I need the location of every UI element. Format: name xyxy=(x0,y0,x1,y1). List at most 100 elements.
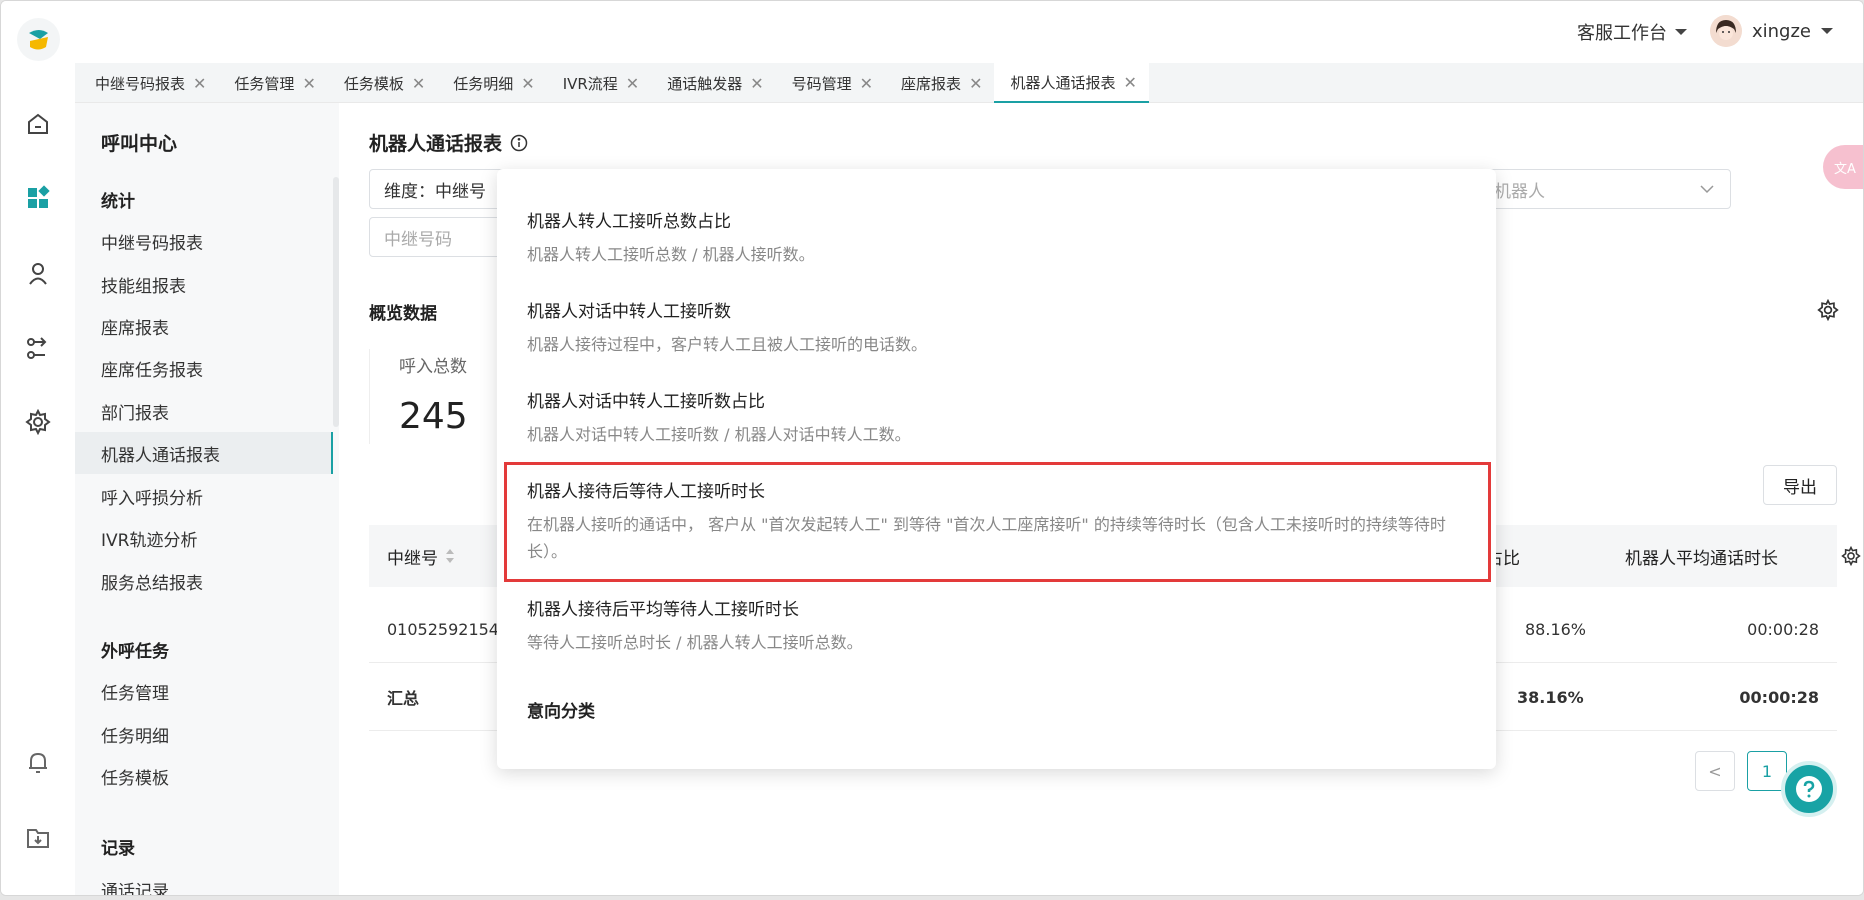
sidebar-item-ivr-trace-analysis[interactable]: IVR轨迹分析 xyxy=(75,517,333,559)
gear-icon xyxy=(1841,546,1861,566)
help-button[interactable] xyxy=(1781,761,1837,817)
popover-item-desc: 机器人接待过程中，客户转人工且被人工接听的电话数。 xyxy=(527,335,928,354)
sidebar-item-agent-report[interactable]: 座席报表 xyxy=(75,305,333,347)
tab-task-template[interactable]: 任务模板 ✕ xyxy=(328,63,437,103)
dashboard-icon[interactable] xyxy=(23,183,53,213)
tab-label: 号码管理 xyxy=(791,74,852,93)
popover-section-title: 意向分类 xyxy=(527,702,595,722)
cell-avg-duration: 00:00:28 xyxy=(1747,619,1819,639)
popover-item: 机器人对话中转人工接听数 机器人接待过程中，客户转人工且被人工接听的电话数。 xyxy=(527,297,1466,358)
tab-ivr-flow[interactable]: IVR流程 ✕ xyxy=(547,63,652,103)
sidebar-item-task-template[interactable]: 任务模板 xyxy=(75,755,333,797)
tab-robot-call-report[interactable]: 机器人通话报表 ✕ xyxy=(994,63,1149,103)
username: xingze xyxy=(1751,20,1811,42)
menu-section-records: 记录 xyxy=(101,839,135,859)
popover-item-desc: 等待人工接听总时长 / 机器人转人工接听总数。 xyxy=(527,633,863,652)
metric-help-popover: 机器人转人工接听总数占比 机器人转人工接听总数 / 机器人接听数。 机器人对话中… xyxy=(497,169,1496,769)
workspace-label: 客服工作台 xyxy=(1577,23,1667,44)
cell-summary-label: 汇总 xyxy=(387,689,420,708)
close-icon[interactable]: ✕ xyxy=(412,74,425,93)
sidebar-item-trunk-report[interactable]: 中继号码报表 xyxy=(75,220,333,262)
translate-button[interactable]: 文A xyxy=(1823,145,1863,189)
sidebar-item-department-report[interactable]: 部门报表 xyxy=(75,390,333,432)
user-menu[interactable]: xingze xyxy=(1709,15,1833,47)
tab-number-management[interactable]: 号码管理 ✕ xyxy=(776,63,885,103)
close-icon[interactable]: ✕ xyxy=(193,74,206,93)
tab-task-detail[interactable]: 任务明细 ✕ xyxy=(437,63,546,103)
cell-ratio: 88.16% xyxy=(1525,619,1587,639)
column-header-avg-duration: 机器人平均通话时长 xyxy=(1625,548,1778,569)
flow-icon[interactable] xyxy=(23,333,53,363)
tab-agent-report[interactable]: 座席报表 ✕ xyxy=(885,63,994,103)
page-title: 机器人通话报表 xyxy=(369,129,528,156)
sidebar-item-task-management[interactable]: 任务管理 xyxy=(75,670,333,712)
cell-trunk: 01052592154 xyxy=(387,619,499,639)
tab-label: 座席报表 xyxy=(901,74,962,93)
column-header-trunk[interactable]: 中继号 xyxy=(387,525,456,587)
close-icon[interactable]: ✕ xyxy=(1123,73,1136,92)
page-title-text: 机器人通话报表 xyxy=(369,133,503,155)
menu-section-outbound: 外呼任务 xyxy=(101,642,169,662)
tab-label: 中继号码报表 xyxy=(95,74,186,93)
stat-value: 245 xyxy=(399,396,468,437)
icon-rail xyxy=(1,1,75,895)
chevron-down-icon xyxy=(1821,28,1833,34)
top-header: 客服工作台 xingze xyxy=(75,1,1863,63)
settings-icon[interactable] xyxy=(23,407,53,437)
sidebar-item-call-records[interactable]: 通话记录 xyxy=(75,868,333,896)
close-icon[interactable]: ✕ xyxy=(521,74,534,93)
sidebar-item-inbound-loss-analysis[interactable]: 呼入呼损分析 xyxy=(75,475,333,517)
tab-label: 机器人通话报表 xyxy=(1010,73,1116,92)
stat-label: 呼入总数 xyxy=(399,357,467,377)
gear-icon xyxy=(1817,298,1839,322)
info-icon[interactable] xyxy=(510,134,528,152)
tab-trunk-report[interactable]: 中继号码报表 ✕ xyxy=(79,63,218,103)
overview-settings-button[interactable] xyxy=(1817,298,1839,326)
workspace-menu[interactable]: 客服工作台 xyxy=(1577,19,1687,45)
popover-item-title: 机器人接待后等待人工接听时长 xyxy=(527,482,765,502)
dimension-label: 维度：中继号 xyxy=(384,181,486,202)
menu-section-stats: 统计 xyxy=(101,192,135,212)
robot-placeholder: 机器人 xyxy=(1494,181,1545,202)
popover-item-highlighted: 机器人接待后等待人工接听时长 在机器人接听的通话中， 客户从 "首次发起转人工"… xyxy=(504,462,1491,582)
sidebar-item-agent-task-report[interactable]: 座席任务报表 xyxy=(75,347,333,389)
chevron-down-icon xyxy=(1700,185,1714,194)
sort-icon[interactable] xyxy=(444,547,456,565)
bell-icon[interactable] xyxy=(23,747,53,777)
close-icon[interactable]: ✕ xyxy=(626,74,639,93)
sidebar-item-skill-group-report[interactable]: 技能组报表 xyxy=(75,263,333,305)
agent-icon[interactable] xyxy=(23,259,53,289)
side-menu: 呼叫中心 统计 中继号码报表 技能组报表 座席报表 座席任务报表 部门报表 机器… xyxy=(75,103,339,896)
pager-prev-button[interactable]: < xyxy=(1695,751,1735,791)
close-icon[interactable]: ✕ xyxy=(860,74,873,93)
tab-label: 任务管理 xyxy=(234,74,295,93)
export-button[interactable]: 导出 xyxy=(1763,465,1837,505)
app-window: 客服工作台 xingze 中继号码报表 ✕ 任务管理 ✕ 任务模板 ✕ 任务明细 ✕ I… xyxy=(0,0,1864,896)
popover-item-title: 机器人转人工接听总数占比 xyxy=(527,212,731,232)
tab-call-trigger[interactable]: 通话触发器 ✕ xyxy=(651,63,775,103)
robot-select[interactable]: 机器人 xyxy=(1479,169,1731,209)
popover-item-desc: 在机器人接听的通话中， 客户从 "首次发起转人工" 到等待 "首次人工座席接听"… xyxy=(527,515,1446,561)
close-icon[interactable]: ✕ xyxy=(969,74,982,93)
tab-task-management[interactable]: 任务管理 ✕ xyxy=(218,63,327,103)
column-settings-button[interactable] xyxy=(1841,525,1861,587)
tab-label: IVR流程 xyxy=(562,74,618,93)
sidebar-item-robot-call-report[interactable]: 机器人通话报表 xyxy=(75,432,333,474)
sidebar-item-service-summary-report[interactable]: 服务总结报表 xyxy=(75,560,333,602)
app-logo[interactable] xyxy=(17,18,60,61)
popover-item-title: 机器人接待后平均等待人工接听时长 xyxy=(527,600,799,620)
translate-icon: 文A xyxy=(1834,161,1856,177)
overview-title: 概览数据 xyxy=(369,304,437,324)
close-icon[interactable]: ✕ xyxy=(750,74,763,93)
popover-item: 机器人转人工接听总数占比 机器人转人工接听总数 / 机器人接听数。 xyxy=(527,207,1466,268)
popover-item-desc: 机器人对话中转人工接听数 / 机器人对话中转人工数。 xyxy=(527,425,911,444)
tab-label: 任务明细 xyxy=(453,74,514,93)
popover-item-title: 机器人对话中转人工接听数 xyxy=(527,302,731,322)
sidebar-item-task-detail[interactable]: 任务明细 xyxy=(75,713,333,755)
tab-label: 通话触发器 xyxy=(667,74,743,93)
home-icon[interactable] xyxy=(23,109,53,139)
download-folder-icon[interactable] xyxy=(23,823,53,853)
trunk-number-placeholder: 中继号码 xyxy=(384,229,452,250)
avatar xyxy=(1709,15,1742,47)
close-icon[interactable]: ✕ xyxy=(302,74,315,93)
